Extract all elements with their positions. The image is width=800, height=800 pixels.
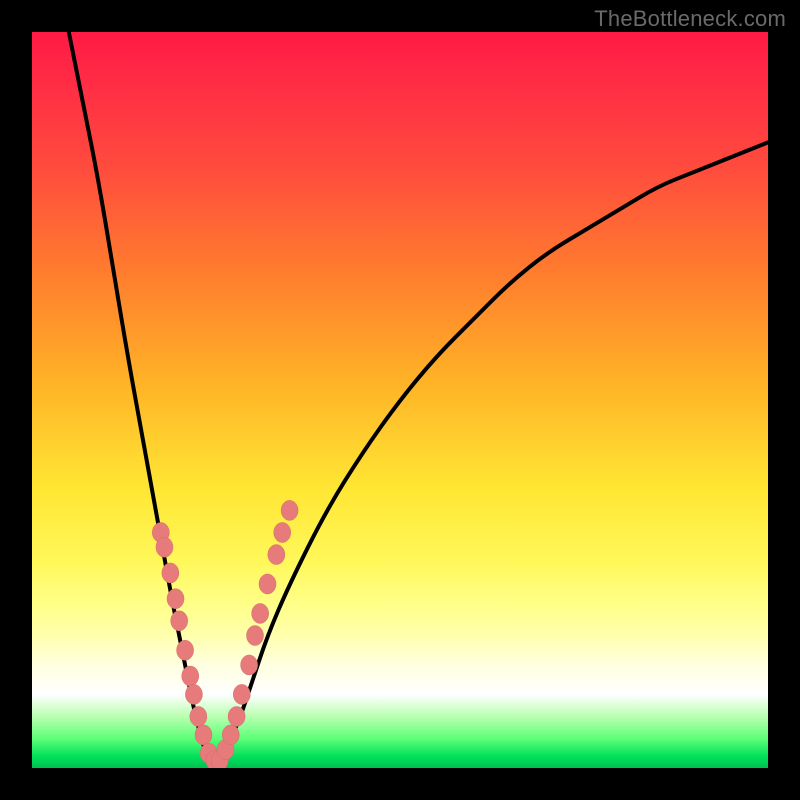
plot-area [32, 32, 768, 768]
chart-frame: TheBottleneck.com [0, 0, 800, 800]
marker-point [222, 725, 239, 745]
marker-point [259, 574, 276, 594]
marker-point [252, 603, 269, 623]
marker-point [177, 640, 194, 660]
marker-point [156, 537, 173, 557]
marker-point [268, 545, 285, 565]
marker-point [167, 589, 184, 609]
curve-right-arm [223, 142, 768, 753]
marker-point [190, 706, 207, 726]
marker-point [233, 684, 250, 704]
marker-point [274, 522, 291, 542]
marker-point [281, 500, 298, 520]
marker-point [247, 626, 264, 646]
marker-point [195, 725, 212, 745]
marker-point [228, 706, 245, 726]
curve-layer [69, 32, 768, 761]
marker-point [171, 611, 188, 631]
marker-point [241, 655, 258, 675]
marker-point [185, 684, 202, 704]
watermark-text: TheBottleneck.com [594, 6, 786, 32]
marker-layer [152, 500, 298, 768]
chart-svg [32, 32, 768, 768]
marker-point [162, 563, 179, 583]
marker-point [182, 666, 199, 686]
